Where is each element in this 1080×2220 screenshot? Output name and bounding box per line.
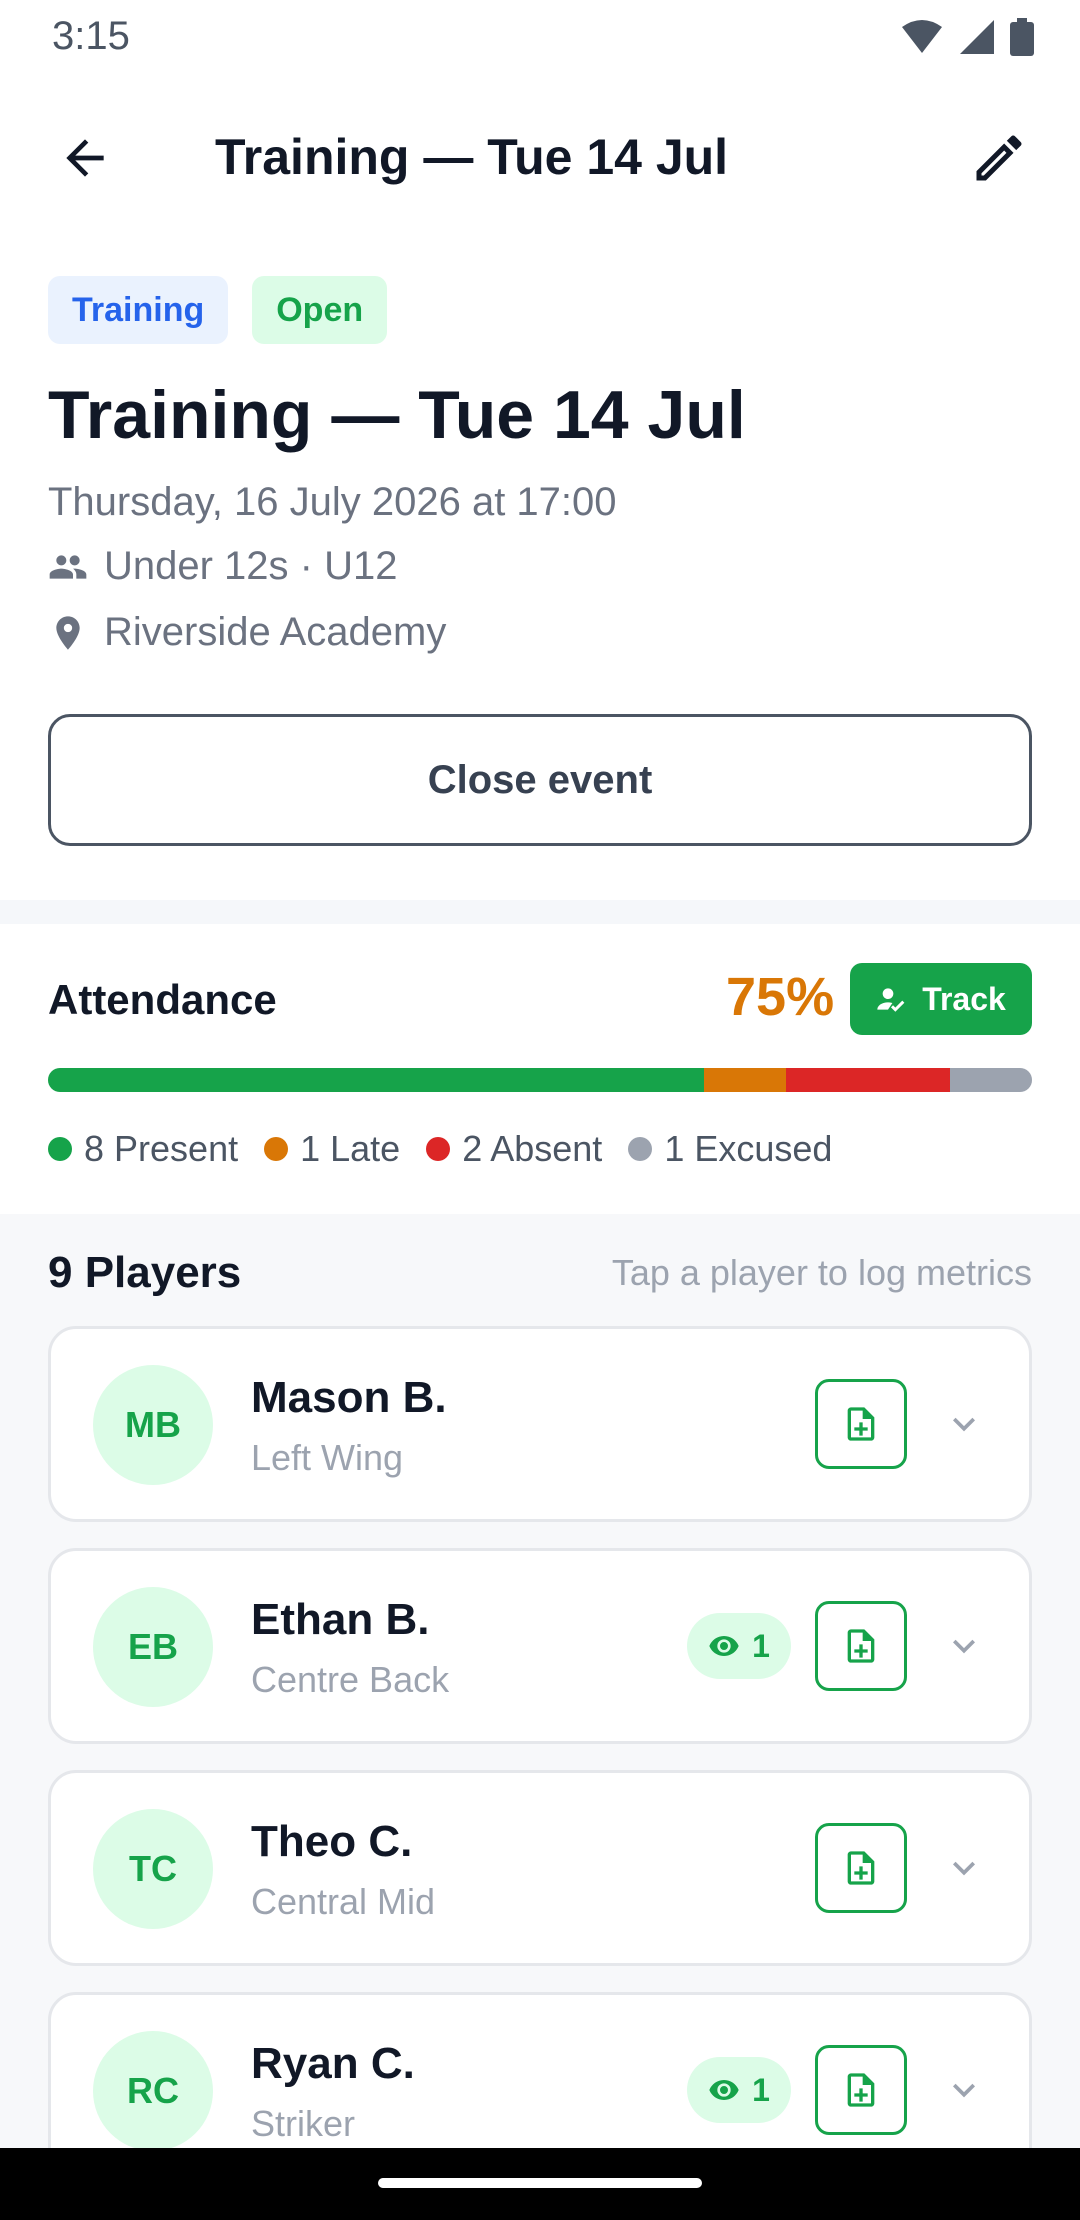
event-team-row: Under 12s · U12 [48,544,397,589]
players-hint: Tap a player to log metrics [611,1252,1032,1293]
player-position: Centre Back [251,1659,450,1700]
system-nav-bar [0,2148,1080,2220]
attendance-segment-absent [786,1068,950,1092]
attendance-segment-excused [950,1068,1032,1092]
expand-button[interactable] [929,1611,999,1681]
log-metrics-button[interactable] [815,2045,907,2135]
group-icon [48,547,88,587]
battery-icon [1010,18,1034,56]
player-name: Theo C. [251,1817,413,1866]
note-add-icon [847,2073,875,2107]
location-pin-icon [48,613,88,653]
legend-item-present: 8 Present [48,1128,238,1170]
player-name: Ryan C. [251,2039,415,2088]
players-title: 9 Players [48,1248,242,1297]
legend-item-absent: 2 Absent [426,1128,602,1170]
views-count: 1 [752,1627,770,1664]
eye-icon [709,2080,739,2100]
legend-dot [48,1137,72,1161]
legend-label: 1 Excused [664,1128,833,1169]
wifi-icon [902,20,942,53]
chevron-down-icon [953,1639,975,1654]
signal-icon [960,20,994,54]
track-label: Track [922,980,1006,1017]
legend-dot [426,1137,451,1161]
event-date: Thursday, 16 July 2026 at 17:00 [48,480,617,524]
pencil-icon [976,135,1022,181]
player-name: Ethan B. [251,1595,430,1644]
section-divider [0,900,1080,924]
views-count: 1 [752,2071,770,2108]
note-add-icon [847,1407,875,1441]
chevron-down-icon [953,1417,975,1432]
back-button[interactable] [40,118,130,198]
event-team: Under 12s · U12 [104,544,398,588]
player-position: Left Wing [251,1437,404,1478]
legend-item-late: 1 Late [264,1128,400,1170]
arrow-back-icon [66,139,104,177]
attendance-segment-present [48,1068,704,1092]
chevron-down-icon [953,2083,975,2098]
legend-label: 8 Present [84,1128,239,1169]
home-gesture-handle[interactable] [378,2178,702,2188]
avatar: TC [93,1809,213,1929]
note-add-icon [847,1629,875,1663]
status-time: 3:15 [52,14,130,58]
note-add-icon [847,1851,875,1885]
event-venue: Riverside Academy [104,610,447,654]
expand-button[interactable] [929,1833,999,1903]
player-name: Mason B. [251,1373,447,1422]
player-card[interactable]: EB Ethan B. Centre Back 1 [48,1548,1032,1744]
views-badge[interactable]: 1 [687,2057,791,2123]
expand-button[interactable] [929,2055,999,2125]
close-event-button[interactable]: Close event [48,714,1032,846]
avatar: EB [93,1587,213,1707]
legend-label: 1 Late [300,1128,401,1169]
track-attendance-button[interactable]: Track [850,963,1032,1035]
expand-button[interactable] [929,1389,999,1459]
edit-button[interactable] [954,118,1044,198]
log-metrics-button[interactable] [815,1601,907,1691]
app-bar-title: Training — Tue 14 Jul [215,129,729,185]
avatar: MB [93,1365,213,1485]
legend-dot [264,1137,289,1161]
attendance-segment-late [704,1068,786,1092]
player-position: Central Mid [251,1881,436,1922]
event-status-badge: Open [252,276,388,344]
attendance-bar [48,1068,1032,1092]
attendance-percent: 75% [726,967,835,1027]
log-metrics-button[interactable] [815,1823,907,1913]
player-card[interactable]: TC Theo C. Central Mid [48,1770,1032,1966]
event-type-badge: Training [48,276,229,344]
event-venue-row: Riverside Academy [48,610,446,655]
status-bar: 3:15 [0,0,1080,72]
event-badges: Training Open [48,276,388,344]
status-icons [900,18,1034,56]
event-title: Training — Tue 14 Jul [48,377,746,453]
views-badge[interactable]: 1 [687,1613,791,1679]
attendance-legend: 8 Present 1 Late 2 Absent 1 Excused [48,1128,832,1170]
legend-item-excused: 1 Excused [628,1128,832,1170]
eye-icon [709,1636,739,1656]
legend-dot [628,1137,653,1161]
legend-label: 2 Absent [462,1128,603,1169]
app-bar: Training — Tue 14 Jul [0,100,1080,216]
log-metrics-button[interactable] [815,1379,907,1469]
person-check-icon [877,988,905,1012]
attendance-title: Attendance [48,976,277,1023]
avatar: RC [93,2031,213,2151]
chevron-down-icon [953,1861,975,1876]
player-position: Striker [251,2103,356,2144]
player-card[interactable]: MB Mason B. Left Wing [48,1326,1032,1522]
